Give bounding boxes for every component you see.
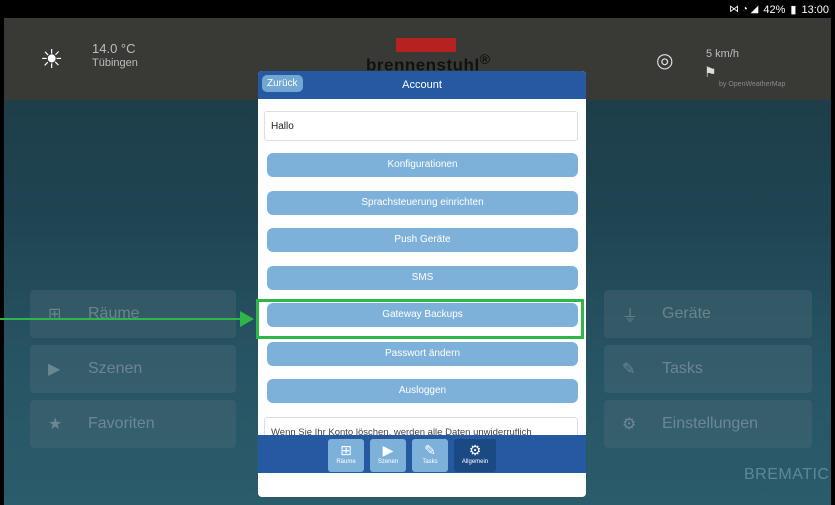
tile-label: Szenen xyxy=(88,360,143,377)
tile-rooms[interactable]: ⊞ Räume xyxy=(30,290,236,338)
tasks-icon: ✎ xyxy=(424,442,436,458)
rooms-icon: ⊞ xyxy=(340,442,352,458)
dialog-header: Zurück Account xyxy=(258,71,586,99)
star-icon: ★ xyxy=(48,416,63,433)
tab-label: Räume xyxy=(336,459,356,465)
annotation-arrow-line xyxy=(0,318,252,320)
status-icons: ⋈ ◔ ◢ xyxy=(729,4,759,15)
wind-speed: 5 km/h xyxy=(706,48,740,60)
account-dialog: Zurück Account Hallo Konfigurationen Spr… xyxy=(258,71,586,497)
clock: 13:00 xyxy=(801,3,829,16)
tile-label: Einstellungen xyxy=(662,415,759,432)
plug-icon: ⏚ xyxy=(622,308,639,325)
weather-temperature: 14.0 °C Tübingen xyxy=(92,42,138,70)
sun-icon: ☀ xyxy=(40,44,64,74)
city-name: Tübingen xyxy=(92,57,138,69)
gears-icon: ⚙ xyxy=(622,416,637,433)
tab-label: Szenen xyxy=(377,459,399,465)
tile-settings[interactable]: ⚙ Einstellungen xyxy=(604,400,812,448)
brand-logo: brennenstuhl® xyxy=(366,38,490,76)
tile-scenes[interactable]: ▶ Szenen xyxy=(30,345,236,393)
gateway-backups-highlight xyxy=(256,299,584,339)
annotation-arrow-head xyxy=(240,311,254,327)
scenes-icon: ▶ xyxy=(382,442,394,458)
change-password-button[interactable]: Passwort ändern xyxy=(267,342,578,366)
logo-trademark: ® xyxy=(479,52,491,68)
windsock-icon: ⚑ xyxy=(704,64,717,80)
tab-label: Tasks xyxy=(422,459,438,465)
tile-label: Favoriten xyxy=(88,415,155,432)
scenes-icon: ▶ xyxy=(48,361,61,378)
logout-button[interactable]: Ausloggen xyxy=(267,379,578,403)
tab-tasks[interactable]: ✎ Tasks xyxy=(412,439,448,472)
push-devices-button[interactable]: Push Geräte xyxy=(267,228,578,252)
logo-red-bar xyxy=(396,38,456,52)
weather-provider: by OpenWeatherMap xyxy=(719,81,786,88)
tile-label: Geräte xyxy=(662,305,711,322)
rooms-icon: ⊞ xyxy=(48,306,62,323)
tab-bar: ⊞ Räume ▶ Szenen ✎ Tasks ⚙ Allgemein xyxy=(258,435,586,473)
tab-rooms[interactable]: ⊞ Räume xyxy=(328,439,364,472)
compass-icon: ◎ xyxy=(656,50,674,72)
tile-tasks[interactable]: ✎ Tasks xyxy=(604,345,812,393)
dialog-title: Account xyxy=(402,79,442,91)
greeting-field: Hallo xyxy=(264,111,578,141)
tab-label: Allgemein xyxy=(461,459,489,465)
voice-control-button[interactable]: Sprachsteuerung einrichten xyxy=(267,191,578,215)
status-bar: ⋈ ◔ ◢ 42% ▮ 13:00 xyxy=(0,0,835,18)
tile-devices[interactable]: ⏚ Geräte xyxy=(604,290,812,338)
configurations-button[interactable]: Konfigurationen xyxy=(267,153,578,177)
app-screen: ☀ 14.0 °C Tübingen brennenstuhl® ◎ 5 km/… xyxy=(4,18,831,505)
footer-brand: BREMATIC xyxy=(744,466,830,483)
tab-general[interactable]: ⚙ Allgemein xyxy=(454,439,496,472)
battery-icon: ▮ xyxy=(790,4,797,16)
sms-button[interactable]: SMS xyxy=(267,266,578,290)
tile-label: Tasks xyxy=(662,360,703,377)
gears-icon: ⚙ xyxy=(468,442,482,458)
tasks-icon: ✎ xyxy=(622,361,636,378)
temperature-value: 14.0 °C xyxy=(92,41,136,56)
tile-label: Räume xyxy=(88,305,140,322)
tile-favorites[interactable]: ★ Favoriten xyxy=(30,400,236,448)
tab-scenes[interactable]: ▶ Szenen xyxy=(370,439,406,472)
battery-percent: 42% xyxy=(763,3,786,16)
